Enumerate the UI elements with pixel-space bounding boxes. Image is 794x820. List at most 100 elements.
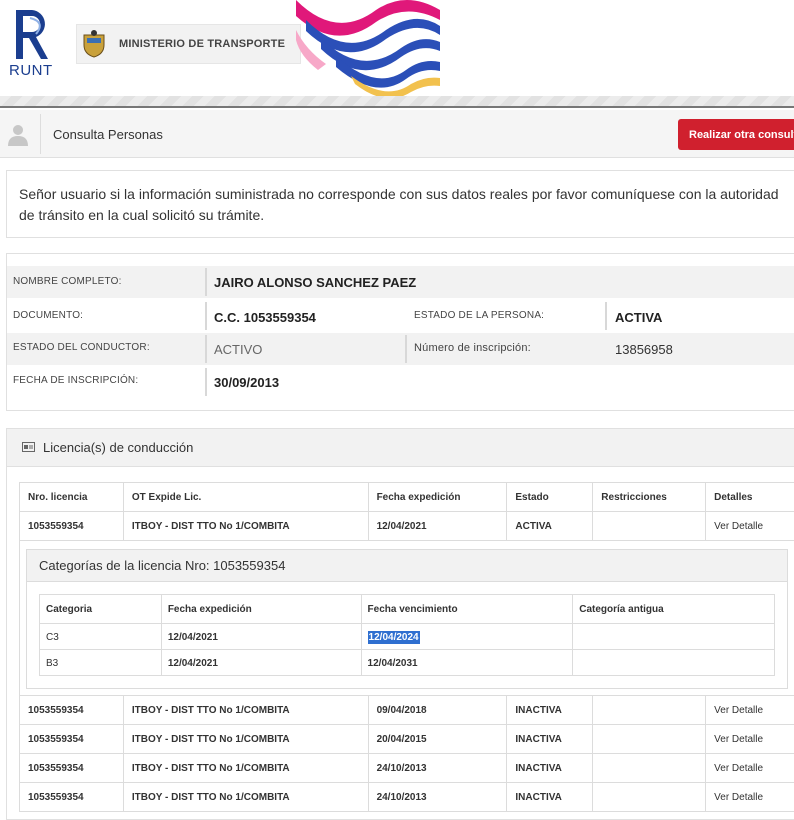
ver-detalle-link[interactable]: Ver Detalle [705,724,794,754]
ver-detalle-link[interactable]: Ver Detalle [705,753,794,783]
divider [405,335,407,363]
inscripcion-label: Número de inscripción: [414,342,531,354]
licenses-table: Nro. licencia OT Expide Lic. Fecha exped… [19,482,794,812]
col-restricciones: Restricciones [592,482,707,512]
cell-restricciones [592,724,707,754]
ministerio-banner: MINISTERIO DE TRANSPORTE [76,24,301,64]
ver-detalle-link[interactable]: Ver Detalle [705,782,794,812]
runt-logo-text: RUNT [9,62,53,79]
estado-persona-value: ACTIVA [615,310,663,325]
table-row: 1053559354 ITBOY - DIST TTO No 1/COMBITA… [19,695,794,725]
table-row: 1053559354 ITBOY - DIST TTO No 1/COMBITA… [19,782,794,812]
cell-categoria: B3 [39,649,162,676]
licenses-panel: Licencia(s) de conducción Nro. licencia … [6,428,794,820]
cell-categoria: C3 [39,623,162,650]
info-notice: Señor usuario si la información suminist… [6,170,794,238]
cell-ot: ITBOY - DIST TTO No 1/COMBITA [122,695,369,725]
categories-row: Categorías de la licencia Nro: 105355935… [19,540,794,696]
col-fecha-expedicion: Fecha expedición [367,482,508,512]
licenses-panel-header[interactable]: Licencia(s) de conducción [7,429,794,467]
cell-cat-antigua [572,649,775,676]
id-card-icon [22,442,35,452]
cell-restricciones [592,511,707,541]
cell-fecha: 09/04/2018 [367,695,508,725]
table-row: 1053559354 ITBOY - DIST TTO No 1/COMBITA… [19,511,794,541]
cell-estado: INACTIVA [506,782,594,812]
cell-fecha: 12/04/2021 [367,511,508,541]
fecha-inscripcion-value: 30/09/2013 [214,375,280,390]
category-row: C3 12/04/2021 12/04/2024 [39,623,775,650]
cell-ot: ITBOY - DIST TTO No 1/COMBITA [122,511,369,541]
categories-cell: Categorías de la licencia Nro: 105355935… [19,540,794,696]
nombre-label: NOMBRE COMPLETO: [13,276,122,287]
cell-estado: ACTIVA [506,511,594,541]
col-cat-fecha-expedicion: Fecha expedición [160,594,362,624]
cell-cat-vencimiento: 12/04/2024 [360,623,574,650]
cell-cat-vencimiento: 12/04/2031 [360,649,574,676]
site-header: RUNT MINISTERIO DE TRANSPORTE [0,0,794,100]
cell-fecha: 20/04/2015 [367,724,508,754]
info-row-documento: DOCUMENTO: C.C. 1053559354 ESTADO DE LA … [7,300,794,332]
divider [605,302,607,330]
ver-detalle-link[interactable]: Ver Detalle [705,511,794,541]
cell-ot: ITBOY - DIST TTO No 1/COMBITA [122,724,369,754]
categories-body: Categoria Fecha expedición Fecha vencimi… [27,582,787,688]
cell-nro: 1053559354 [19,511,124,541]
header-divider [0,96,794,108]
cell-estado: INACTIVA [506,724,594,754]
selected-text: 12/04/2024 [367,631,420,644]
categories-box: Categorías de la licencia Nro: 105355935… [26,549,788,689]
cell-estado: INACTIVA [506,695,594,725]
colombia-shield-icon [83,30,105,58]
cell-cat-expedicion: 12/04/2021 [160,623,362,650]
cell-restricciones [592,695,707,725]
categories-table: Categoria Fecha expedición Fecha vencimi… [39,594,775,676]
table-row: 1053559354 ITBOY - DIST TTO No 1/COMBITA… [19,753,794,783]
table-header-row: Nro. licencia OT Expide Lic. Fecha exped… [19,482,794,512]
ver-detalle-link[interactable]: Ver Detalle [705,695,794,725]
page-toolbar: Consulta Personas Realizar otra consulta [0,110,794,158]
toolbar-separator [40,114,41,154]
estado-persona-label: ESTADO DE LA PERSONA: [414,310,545,321]
col-detalles: Detalles [705,482,794,512]
user-icon [8,125,28,146]
info-row-conductor: ESTADO DEL CONDUCTOR: ACTIVO Número de i… [7,333,794,365]
col-nro-licencia: Nro. licencia [19,482,124,512]
cell-nro: 1053559354 [19,753,124,783]
person-info-panel: NOMBRE COMPLETO: JAIRO ALONSO SANCHEZ PA… [6,253,794,411]
col-cat-fecha-vencimiento: Fecha vencimiento [360,594,574,624]
col-estado: Estado [506,482,594,512]
cell-ot: ITBOY - DIST TTO No 1/COMBITA [122,753,369,783]
estado-conductor-value: ACTIVO [214,342,263,357]
cell-nro: 1053559354 [19,695,124,725]
col-ot-expide: OT Expide Lic. [122,482,369,512]
col-categoria-antigua: Categoría antigua [572,594,775,624]
licenses-title: Licencia(s) de conducción [43,440,194,455]
info-row-fecha: FECHA DE INSCRIPCIÓN: 30/09/2013 [7,366,794,398]
divider [205,268,207,296]
page-title: Consulta Personas [53,127,163,142]
decorative-waves [296,0,440,96]
cell-estado: INACTIVA [506,753,594,783]
col-categoria: Categoria [39,594,162,624]
cell-ot: ITBOY - DIST TTO No 1/COMBITA [122,782,369,812]
cell-cat-expedicion: 12/04/2021 [160,649,362,676]
estado-conductor-label: ESTADO DEL CONDUCTOR: [13,342,150,353]
cell-fecha: 24/10/2013 [367,753,508,783]
documento-value: C.C. 1053559354 [214,310,316,325]
divider [205,302,207,330]
cell-restricciones [592,753,707,783]
divider [205,335,207,363]
cell-nro: 1053559354 [19,724,124,754]
ministerio-label: MINISTERIO DE TRANSPORTE [119,38,286,50]
categories-header-row: Categoria Fecha expedición Fecha vencimi… [39,594,775,624]
new-query-button[interactable]: Realizar otra consulta [678,119,794,150]
inscripcion-value: 13856958 [615,342,673,357]
cell-nro: 1053559354 [19,782,124,812]
table-row: 1053559354 ITBOY - DIST TTO No 1/COMBITA… [19,724,794,754]
documento-label: DOCUMENTO: [13,310,84,321]
info-row-nombre: NOMBRE COMPLETO: JAIRO ALONSO SANCHEZ PA… [7,266,794,298]
nombre-value: JAIRO ALONSO SANCHEZ PAEZ [214,275,417,290]
categories-title: Categorías de la licencia Nro: 105355935… [27,550,787,582]
cell-cat-antigua [572,623,775,650]
